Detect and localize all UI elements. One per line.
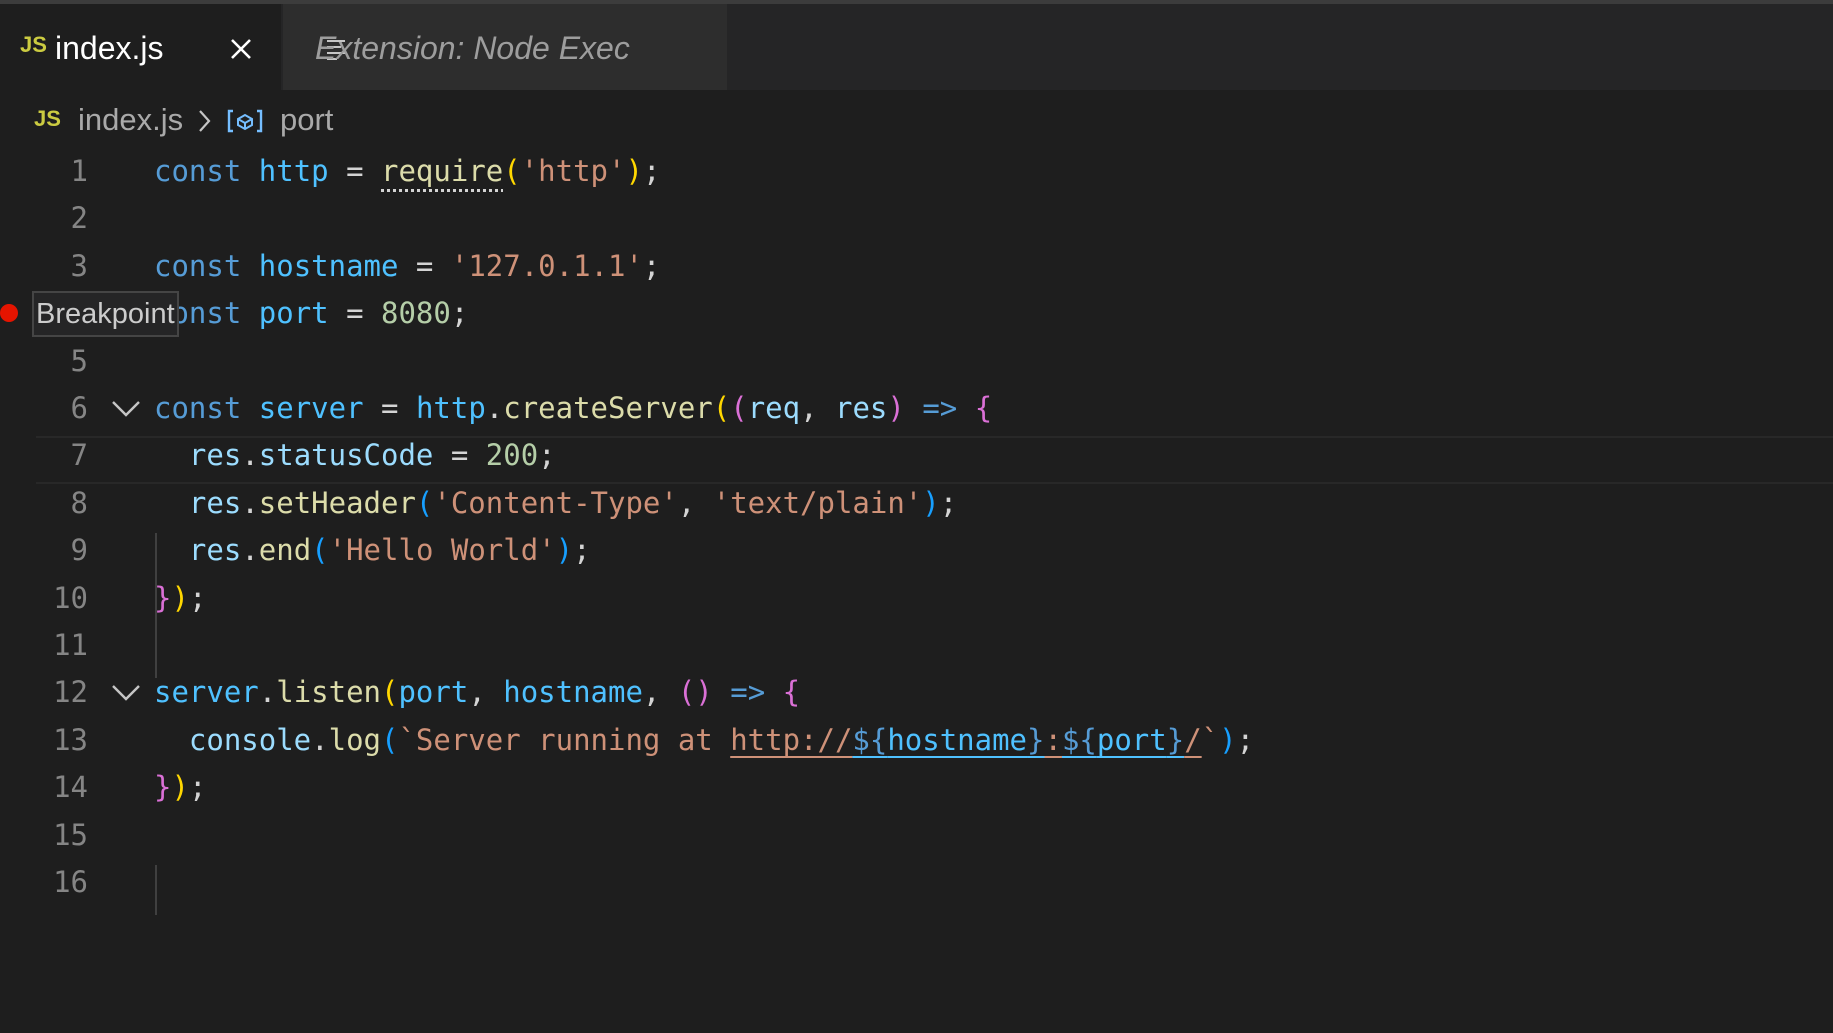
code-line: 11 [0,622,1833,669]
tab-extension-node-exec[interactable]: Extension: Node Exec [283,4,727,90]
code-line: 14 }); [0,764,1833,811]
code-text: }); [154,580,207,615]
tab-label: index.js [55,30,164,66]
line-number: 2 [70,201,88,236]
code-line: 15 [0,812,1833,859]
code-line: 10 }); [0,575,1833,622]
js-file-icon: JS [34,106,61,131]
code-line: 8 res.setHeader('Content-Type', 'text/pl… [0,480,1833,527]
code-text: server.listen(port, hostname, () => { [154,675,801,710]
line-number: 8 [70,485,88,520]
code-text: const http = require('http'); [154,154,661,188]
line-number: 6 [70,391,88,425]
line-number: 7 [70,438,88,473]
code-text: console.log(`Server running at http://${… [188,722,1255,757]
tab-index-js[interactable]: JS index.js [0,4,281,90]
tab-label: Extension: Node Exec [315,30,630,66]
line-number: 10 [53,580,88,615]
tab-bar: JS index.js Extension: Node Exec [0,4,1833,90]
code-text: const port = 8080; [154,296,469,331]
code-line: 13 console.log(`Server running at http:/… [0,717,1833,764]
line-number: 12 [53,675,88,710]
line-number: 11 [53,628,88,662]
code-text: res.setHeader('Content-Type', 'text/plai… [188,485,958,520]
line-number: 16 [53,865,88,899]
code-line: 6 const server = http.createServer((req,… [0,385,1833,432]
breakpoint-dot[interactable] [0,304,18,322]
breadcrumb-file[interactable]: index.js [78,102,183,138]
code-line: 12 server.listen(port, hostname, () => { [0,669,1833,716]
breakpoint-tooltip: Breakpoint [32,291,179,337]
line-number: 13 [53,722,88,757]
line-number: 15 [53,817,88,852]
chevron-down-icon[interactable] [110,679,142,707]
code-line: 9 res.end('Hello World'); [0,527,1833,574]
code-text: res.statusCode = 200; [188,438,556,473]
breadcrumb: JS index.js port [0,96,1833,146]
code-text: res.end('Hello World'); [188,533,591,568]
close-icon[interactable] [224,32,258,66]
code-text: const hostname = '127.0.1.1'; [154,248,661,283]
code-line: 4 const port = 8080; [0,290,1833,337]
code-text: }); [154,770,207,805]
line-number: 9 [70,533,88,568]
line-number: 3 [70,248,88,283]
code-line: 16 [0,859,1833,906]
chevron-right-icon [196,106,214,136]
code-text: const server = http.createServer((req, r… [154,391,993,425]
breadcrumb-symbol[interactable]: port [280,102,333,138]
chevron-down-icon[interactable] [110,395,142,423]
code-line: 5 [0,338,1833,385]
code-line: 2 [0,195,1833,242]
code-line: 3 const hostname = '127.0.1.1'; [0,243,1833,290]
code-line: 1 const http = require('http'); [0,148,1833,195]
line-number: 14 [53,770,88,805]
line-number: 1 [70,154,88,188]
line-number: 5 [70,343,88,378]
variable-symbol-icon [226,108,264,134]
code-editor[interactable]: 1 const http = require('http'); 2 3 cons… [0,148,1833,1033]
js-file-icon: JS [20,32,47,57]
code-line: 7 res.statusCode = 200; [0,432,1833,479]
